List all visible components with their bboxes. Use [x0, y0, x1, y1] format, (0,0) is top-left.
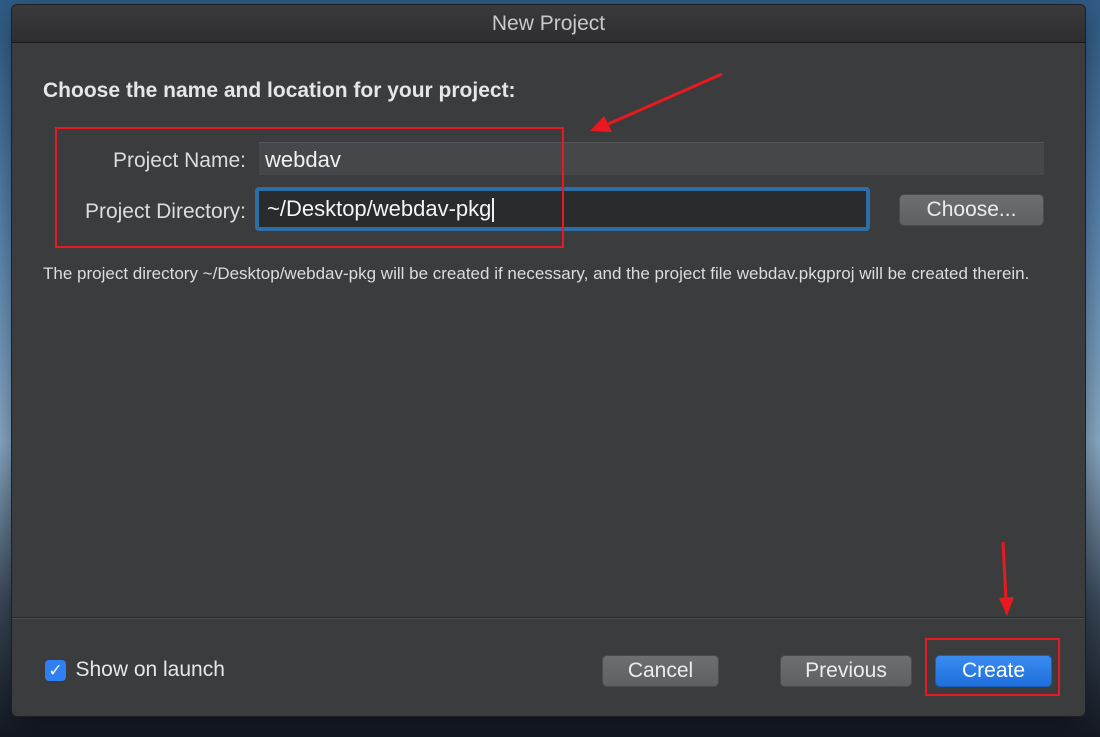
- choose-button[interactable]: Choose...: [899, 194, 1044, 226]
- title-bar[interactable]: New Project: [12, 5, 1085, 43]
- cancel-button[interactable]: Cancel: [602, 655, 719, 687]
- project-directory-value: ~/Desktop/webdav-pkg: [267, 196, 492, 221]
- window-title: New Project: [491, 12, 606, 35]
- directory-description: The project directory ~/Desktop/webdav-p…: [43, 264, 1030, 283]
- text-caret: [492, 198, 495, 223]
- checkmark-icon[interactable]: ✓: [45, 659, 66, 681]
- show-on-launch-label: Show on launch: [75, 658, 225, 681]
- footer-divider: [12, 617, 1085, 619]
- project-name-label: Project Name:: [112, 149, 246, 172]
- new-project-dialog: New Project Choose the name and location…: [11, 4, 1086, 717]
- previous-button[interactable]: Previous: [780, 655, 912, 687]
- form-heading: Choose the name and location for your pr…: [43, 79, 516, 102]
- project-directory-label: Project Directory:: [84, 200, 246, 223]
- create-button[interactable]: Create: [935, 655, 1052, 687]
- show-on-launch-checkbox[interactable]: ✓ Show on launch: [45, 658, 225, 684]
- project-name-field[interactable]: webdav: [259, 142, 1044, 175]
- project-directory-field[interactable]: ~/Desktop/webdav-pkg: [255, 187, 870, 231]
